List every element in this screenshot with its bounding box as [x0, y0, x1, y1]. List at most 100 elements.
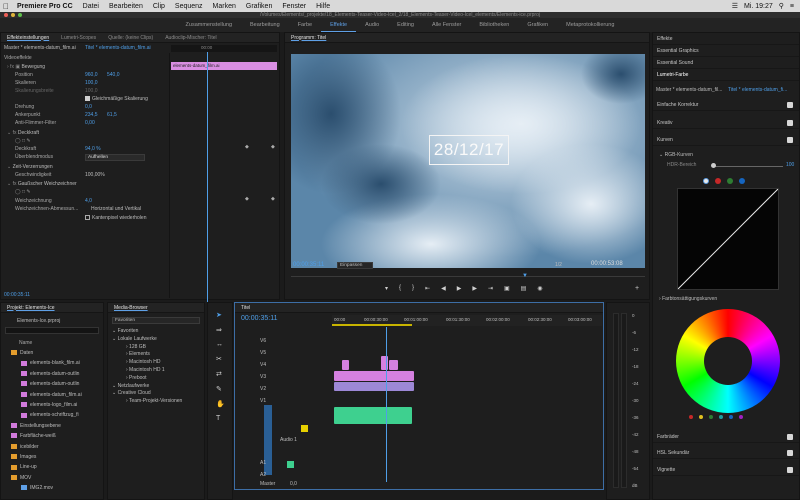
- track-a1[interactable]: A1: [260, 459, 266, 468]
- track-a2[interactable]: A2: [260, 471, 266, 480]
- add-button[interactable]: +: [635, 285, 639, 292]
- keyframe-diamond[interactable]: ◆: [245, 196, 249, 202]
- anti-flicker-value[interactable]: 0,00: [85, 119, 95, 128]
- mute-button[interactable]: [287, 461, 294, 468]
- go-to-in-icon[interactable]: ⇤: [425, 285, 430, 292]
- tab-timeline-titel[interactable]: Titel: [235, 305, 256, 311]
- clip[interactable]: [389, 360, 398, 370]
- lumetri-clip[interactable]: Titel * elements-datum_fi...: [728, 86, 787, 95]
- yellow-dot[interactable]: [699, 415, 703, 419]
- rgb-curve-graph[interactable]: [677, 188, 779, 290]
- keyframe-diamond[interactable]: ◆: [271, 196, 275, 202]
- razor-tool-icon[interactable]: ✂: [216, 355, 225, 363]
- clip-link[interactable]: Titel * elements-datum_film.ai: [85, 44, 151, 53]
- section-kreativ[interactable]: Kreativ: [653, 117, 799, 129]
- section-einfache-korrektur[interactable]: Einfache Korrektur: [653, 99, 799, 111]
- close-button[interactable]: [4, 13, 8, 17]
- project-item[interactable]: elements-datum_film.ai: [1, 391, 105, 400]
- ws-bearbeitung[interactable]: Bearbeitung: [241, 18, 289, 32]
- tab-program[interactable]: Programm: Titel: [285, 35, 332, 41]
- menu-bearbeiten[interactable]: Bearbeiten: [104, 3, 148, 10]
- ws-audio[interactable]: Audio: [356, 18, 388, 32]
- project-item[interactable]: elements-datum-outlin: [1, 370, 105, 379]
- fit-select[interactable]: Einpassen: [337, 262, 373, 269]
- project-item[interactable]: elements-logo_film.ai: [1, 401, 105, 410]
- project-item[interactable]: MOV: [1, 474, 105, 483]
- channel-white-dot[interactable]: [703, 178, 709, 184]
- track-v6[interactable]: V6: [260, 337, 266, 346]
- keyframe-diamond[interactable]: ◆: [245, 144, 249, 150]
- clip[interactable]: [342, 360, 349, 370]
- hdr-slider-thumb[interactable]: [711, 163, 716, 168]
- project-item[interactable]: icebilder: [1, 443, 105, 452]
- section-hsl[interactable]: HSL Sekundär: [653, 447, 799, 459]
- magenta-dot[interactable]: [739, 415, 743, 419]
- project-item[interactable]: Daten: [1, 349, 105, 358]
- panel-lumetri-farbe[interactable]: Lumetri-Farbe: [653, 69, 799, 81]
- project-item[interactable]: IMG2.mov: [1, 484, 105, 493]
- column-name[interactable]: Name: [19, 339, 32, 348]
- slip-tool-icon[interactable]: ⇄: [216, 370, 225, 378]
- timeline-playhead[interactable]: [386, 327, 387, 482]
- minimize-button[interactable]: [11, 13, 15, 17]
- menu-hilfe[interactable]: Hilfe: [311, 3, 335, 10]
- tab-lumetri-scopes[interactable]: Lumetri-Scopes: [55, 35, 102, 41]
- project-item[interactable]: Images: [1, 453, 105, 462]
- project-item[interactable]: Einstellungsebene: [1, 422, 105, 431]
- ws-alle-fenster[interactable]: Alle Fenster: [423, 18, 470, 32]
- ws-metaprotokollierung[interactable]: Metaprotokollierung: [557, 18, 623, 32]
- ws-grafiken[interactable]: Grafiken: [518, 18, 557, 32]
- blur-dimensions-value[interactable]: Horizontal und Vertikal: [91, 205, 141, 214]
- blur-mask-tools[interactable]: ◯ □ ✎: [15, 188, 31, 197]
- channel-red-dot[interactable]: [715, 178, 721, 184]
- solo-button[interactable]: [301, 425, 308, 432]
- checkbox[interactable]: [787, 102, 793, 108]
- date-overlay[interactable]: 28/12/17: [429, 135, 509, 165]
- hue-wheel[interactable]: [676, 309, 780, 413]
- master-clip-label[interactable]: Master * elements-datum_film.ai: [4, 44, 76, 53]
- project-item[interactable]: Line-up: [1, 463, 105, 472]
- section-farbraeder[interactable]: Farbräder: [653, 431, 799, 443]
- hand-tool-icon[interactable]: ✋: [216, 400, 225, 408]
- video-frame[interactable]: 28/12/17: [291, 54, 645, 268]
- media-location-select[interactable]: Favoriten: [112, 317, 200, 324]
- master-value[interactable]: 0,0: [290, 480, 297, 489]
- rgb-curves-label[interactable]: ⌄ RGB-Kurven: [659, 151, 693, 160]
- param-blur-dimensions[interactable]: Weichzeichnen-Abmessun...: [15, 205, 78, 214]
- search-icon[interactable]: ⚲: [779, 2, 784, 10]
- ws-editing[interactable]: Editing: [388, 18, 423, 32]
- channel-blue-dot[interactable]: [739, 178, 745, 184]
- out-point-icon[interactable]: }: [412, 285, 414, 292]
- repeat-edge-pixels[interactable]: Kantenpixel wiederholen: [85, 214, 146, 223]
- selection-tool-icon[interactable]: ➤: [216, 311, 225, 319]
- checkbox[interactable]: [787, 434, 793, 440]
- timeline-ruler[interactable]: 00:00 00:00:30:00 00:01:00:00 00:01:30:0…: [332, 315, 602, 326]
- menu-grafiken[interactable]: Grafiken: [241, 3, 277, 10]
- media-item[interactable]: › Team-Projekt-Versionen: [108, 397, 206, 406]
- timeline-timecode[interactable]: 00:00:35:11: [241, 314, 277, 323]
- lift-icon[interactable]: ▣: [504, 285, 510, 292]
- keyframe-diamond[interactable]: ◆: [271, 144, 275, 150]
- ws-zusammenstellung[interactable]: Zusammenstellung: [177, 18, 241, 32]
- menu-list-icon[interactable]: ≡: [790, 3, 794, 10]
- red-dot[interactable]: [689, 415, 693, 419]
- camera-icon[interactable]: ◉: [537, 285, 542, 292]
- effect-timecode[interactable]: 00:00:35:11: [4, 291, 30, 300]
- tab-project[interactable]: Projekt: Elements-Ice: [1, 305, 61, 311]
- track-v5[interactable]: V5: [260, 349, 266, 358]
- position-y-value[interactable]: 540,0: [107, 71, 120, 80]
- menu-app[interactable]: Premiere Pro CC: [12, 3, 78, 10]
- ripple-edit-icon[interactable]: ↔: [216, 341, 225, 348]
- param-blend-mode[interactable]: Überblendmodus: [15, 153, 53, 162]
- track-v3[interactable]: V3: [260, 373, 266, 382]
- ws-bibliotheken[interactable]: Bibliotheken: [470, 18, 518, 32]
- tab-effekteinstellungen[interactable]: Effekteinstellungen: [1, 35, 55, 41]
- clock[interactable]: Mi. 19:27: [744, 3, 773, 10]
- anchor-y-value[interactable]: 61,5: [107, 111, 117, 120]
- section-kurven[interactable]: Kurven: [653, 134, 799, 146]
- step-forward-icon[interactable]: ▶: [472, 285, 477, 292]
- hdr-slider[interactable]: [713, 166, 783, 167]
- scrub-bar[interactable]: [291, 276, 645, 277]
- section-vignette[interactable]: Vignette: [653, 464, 799, 476]
- green-dot[interactable]: [709, 415, 713, 419]
